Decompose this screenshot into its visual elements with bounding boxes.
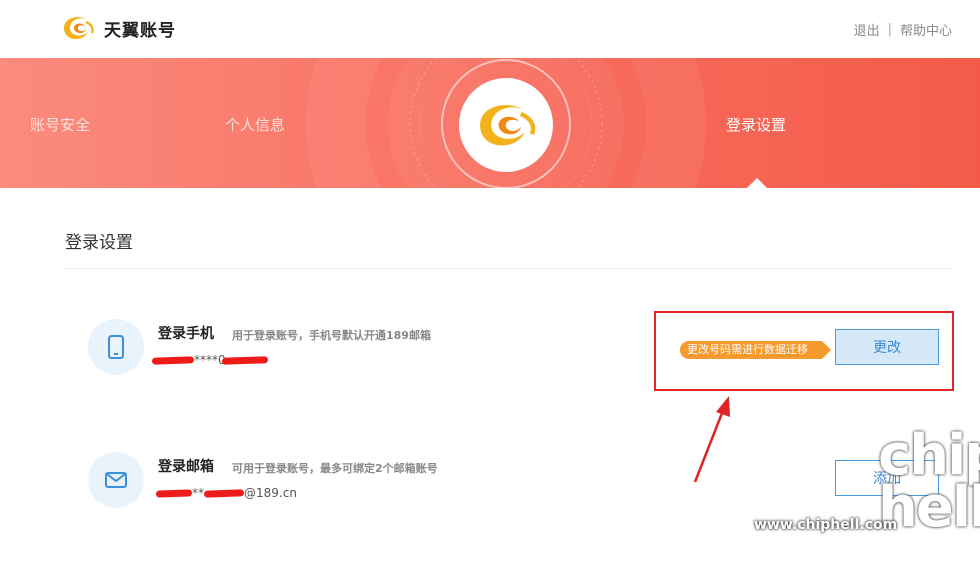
brand-name: 天翼账号 xyxy=(104,20,176,41)
nav-personal-info[interactable]: 个人信息 xyxy=(225,114,285,135)
logout-link[interactable]: 退出 xyxy=(854,20,880,39)
redaction-mark xyxy=(155,489,193,498)
redaction-mark xyxy=(221,356,268,365)
top-links: 退出 | 帮助中心 xyxy=(854,20,952,39)
link-separator: | xyxy=(887,22,892,37)
login-phone-title: 登录手机 xyxy=(158,326,214,342)
redaction-mark xyxy=(151,356,195,365)
chiphell-watermark-url: www.chiphell.com xyxy=(754,517,898,533)
tianyi-avatar-icon xyxy=(480,104,536,146)
avatar[interactable] xyxy=(459,78,553,172)
redaction-mark xyxy=(203,489,245,498)
annotation-highlight-box xyxy=(654,311,954,391)
login-email-title: 登录邮箱 xyxy=(158,459,214,475)
active-tab-caret xyxy=(747,178,767,188)
help-center-link[interactable]: 帮助中心 xyxy=(900,20,952,39)
login-email-value: ** @189.cn xyxy=(155,486,297,500)
login-phone-desc: 用于登录账号，手机号默认开通189邮箱 xyxy=(232,329,431,342)
phone-visible-part: ****0 xyxy=(194,353,226,367)
email-visible-part: ** xyxy=(192,486,204,500)
email-suffix: @189.cn xyxy=(244,486,297,500)
top-bar: 天翼账号 退出 | 帮助中心 xyxy=(0,0,980,58)
tianyi-logo-icon xyxy=(64,17,94,40)
section-title: 登录设置 xyxy=(65,233,133,253)
mail-icon xyxy=(88,452,144,508)
login-phone-value: ****0 xyxy=(151,353,268,367)
brand[interactable]: 天翼账号 xyxy=(58,12,176,44)
annotation-arrow xyxy=(693,396,730,483)
nav-account-security[interactable]: 账号安全 xyxy=(30,114,90,135)
section-divider xyxy=(65,268,950,269)
nav-login-settings[interactable]: 登录设置 xyxy=(726,114,786,135)
phone-icon xyxy=(88,319,144,375)
login-email-desc: 可用于登录账号，最多可绑定2个邮箱账号 xyxy=(232,462,438,475)
